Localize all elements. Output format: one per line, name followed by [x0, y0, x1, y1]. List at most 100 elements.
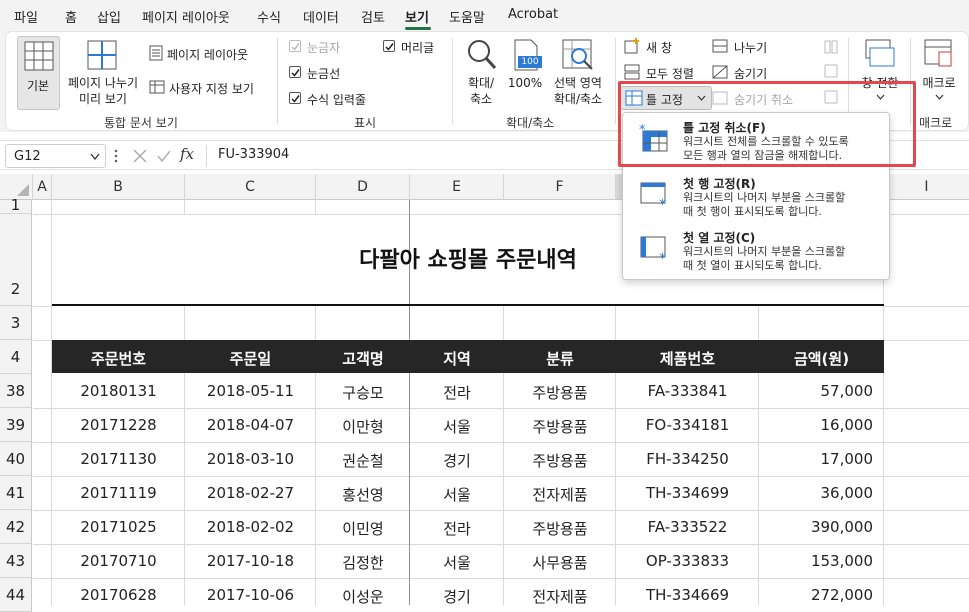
cell-order-no[interactable]: 20170628 — [52, 586, 185, 604]
zoom-button[interactable]: 확대/ 축소 — [460, 36, 502, 110]
cell-region[interactable]: 서울 — [410, 484, 504, 505]
header-category[interactable]: 분류 — [504, 348, 616, 369]
cell-order-no[interactable]: 20180131 — [52, 382, 185, 400]
cell-category[interactable]: 주방용품 — [504, 382, 616, 403]
cell-amount[interactable]: 272,000 — [759, 586, 873, 604]
row-header-3[interactable]: 3 — [0, 306, 32, 340]
hide-button[interactable]: 숨기기 — [712, 64, 782, 82]
more-options-icon[interactable] — [114, 149, 118, 163]
cell-amount[interactable]: 390,000 — [759, 518, 873, 536]
cell-order-date[interactable]: 2018-03-10 — [185, 450, 316, 468]
ruler-checkbox[interactable] — [289, 40, 301, 52]
header-region[interactable]: 지역 — [410, 348, 504, 369]
row-header-2[interactable]: 2 — [0, 214, 32, 306]
cancel-icon[interactable] — [132, 148, 148, 164]
cell-product-no[interactable]: FA-333841 — [616, 382, 759, 400]
formula-bar-checkbox[interactable] — [289, 92, 301, 104]
freeze-top-row-item[interactable]: * 첫 행 고정(R) 워크시트의 나머지 부분을 스크롤할 때 첫 행이 표시… — [623, 171, 889, 225]
tab-insert[interactable]: 삽입 — [97, 7, 121, 26]
freeze-panes-button[interactable]: 틀 고정 — [620, 86, 712, 110]
reset-position-icon[interactable] — [824, 90, 838, 104]
tab-page-layout[interactable]: 페이지 레이아웃 — [142, 7, 230, 26]
cell-amount[interactable]: 57,000 — [759, 382, 874, 400]
cell-customer[interactable]: 홍선영 — [316, 484, 410, 505]
cell-product-no[interactable]: FH-334250 — [616, 450, 759, 468]
tab-review[interactable]: 검토 — [361, 7, 385, 26]
custom-views-button[interactable]: 사용자 지정 보기 — [149, 78, 269, 98]
arrange-all-button[interactable]: 모두 정렬 — [624, 64, 708, 82]
cell-category[interactable]: 전자제품 — [504, 484, 616, 505]
column-header-f[interactable]: F — [504, 174, 616, 200]
cell-order-no[interactable]: 20171130 — [52, 450, 185, 468]
page-layout-view-button[interactable]: 페이지 레이아웃 — [149, 44, 269, 64]
name-box[interactable]: G12 — [5, 144, 106, 168]
switch-windows-button[interactable]: 창 전환 — [854, 38, 906, 110]
row-header-1[interactable]: 1 — [0, 198, 32, 214]
header-customer[interactable]: 고객명 — [316, 348, 410, 369]
cell-region[interactable]: 서울 — [410, 552, 504, 573]
tab-file[interactable]: 파일 — [14, 7, 38, 26]
tab-help[interactable]: 도움말 — [449, 7, 485, 26]
cell-order-no[interactable]: 20171025 — [52, 518, 185, 536]
split-button[interactable]: 나누기 — [712, 38, 782, 56]
cell-order-no[interactable]: 20171228 — [52, 416, 185, 434]
cell-order-date[interactable]: 2017-10-18 — [185, 552, 316, 570]
cell-order-no[interactable]: 20171119 — [52, 484, 185, 502]
unhide-button[interactable]: 숨기기 취소 — [712, 90, 812, 108]
cell-region[interactable]: 서울 — [410, 416, 504, 437]
header-order-no[interactable]: 주문번호 — [52, 348, 185, 369]
cell-order-no[interactable]: 20170710 — [52, 552, 185, 570]
zoom-100-button[interactable]: 100 100% — [506, 36, 544, 96]
gridlines-checkbox[interactable] — [289, 66, 301, 78]
cell-region[interactable]: 경기 — [410, 586, 504, 605]
normal-view-button[interactable]: 기본 — [17, 36, 60, 110]
tab-data[interactable]: 데이터 — [303, 7, 339, 26]
cell-amount[interactable]: 153,000 — [759, 552, 873, 570]
enter-icon[interactable] — [156, 148, 172, 164]
tab-formulas[interactable]: 수식 — [257, 7, 281, 26]
column-header-i[interactable]: I — [884, 174, 969, 200]
header-product-no[interactable]: 제품번호 — [616, 348, 759, 369]
cell-region[interactable]: 전라 — [410, 518, 504, 539]
cell-amount[interactable]: 17,000 — [759, 450, 874, 468]
tab-home[interactable]: 홈 — [65, 7, 77, 26]
cell-order-date[interactable]: 2018-02-27 — [185, 484, 316, 502]
cell-product-no[interactable]: FA-333522 — [616, 518, 759, 536]
cell-customer[interactable]: 이만형 — [316, 416, 410, 437]
header-order-date[interactable]: 주문일 — [185, 348, 316, 369]
unfreeze-panes-item[interactable]: * 틀 고정 취소(F) 워크시트 전체를 스크롤할 수 있도록 모든 행과 열… — [623, 115, 889, 169]
freeze-first-column-item[interactable]: * 첫 열 고정(C) 워크시트의 나머지 부분을 스크롤할 때 첫 열이 표시… — [623, 225, 889, 279]
new-window-button[interactable]: 새 창 — [624, 38, 694, 56]
cell-product-no[interactable]: TH-334699 — [616, 484, 759, 502]
macros-button[interactable]: 매크로 — [914, 38, 964, 110]
column-header-e[interactable]: E — [410, 174, 504, 200]
headings-checkbox[interactable] — [383, 40, 395, 52]
cell-order-date[interactable]: 2018-04-07 — [185, 416, 316, 434]
zoom-to-selection-button[interactable]: 선택 영역 확대/축소 — [546, 36, 610, 110]
cell-order-date[interactable]: 2017-10-06 — [185, 586, 316, 604]
cell-customer[interactable]: 이민영 — [316, 518, 410, 539]
column-header-b[interactable]: B — [52, 174, 185, 200]
cell-customer[interactable]: 권순철 — [316, 450, 410, 471]
formula-content[interactable]: FU-333904 — [218, 147, 289, 162]
cell-order-date[interactable]: 2018-02-02 — [185, 518, 316, 536]
view-side-by-side-icon[interactable] — [824, 40, 838, 54]
tab-view[interactable]: 보기 — [405, 7, 429, 26]
cell-region[interactable]: 전라 — [410, 382, 504, 403]
page-break-preview-button[interactable]: 페이지 나누기 미리 보기 — [62, 36, 142, 110]
column-header-a[interactable]: A — [33, 174, 52, 200]
cell-amount[interactable]: 16,000 — [759, 416, 874, 434]
cell-product-no[interactable]: TH-334669 — [616, 586, 759, 604]
cell-amount[interactable]: 36,000 — [759, 484, 874, 502]
cell-category[interactable]: 전자제품 — [504, 586, 616, 605]
tab-acrobat[interactable]: Acrobat — [508, 7, 558, 22]
cell-customer[interactable]: 구승모 — [316, 382, 410, 403]
column-header-c[interactable]: C — [185, 174, 316, 200]
cell-category[interactable]: 주방용품 — [504, 518, 616, 539]
cell-category[interactable]: 주방용품 — [504, 416, 616, 437]
cell-product-no[interactable]: OP-333833 — [616, 552, 759, 570]
cell-customer[interactable]: 김정한 — [316, 552, 410, 573]
cell-category[interactable]: 주방용품 — [504, 450, 616, 471]
column-header-d[interactable]: D — [316, 174, 410, 200]
header-amount[interactable]: 금액(원) — [759, 348, 884, 369]
